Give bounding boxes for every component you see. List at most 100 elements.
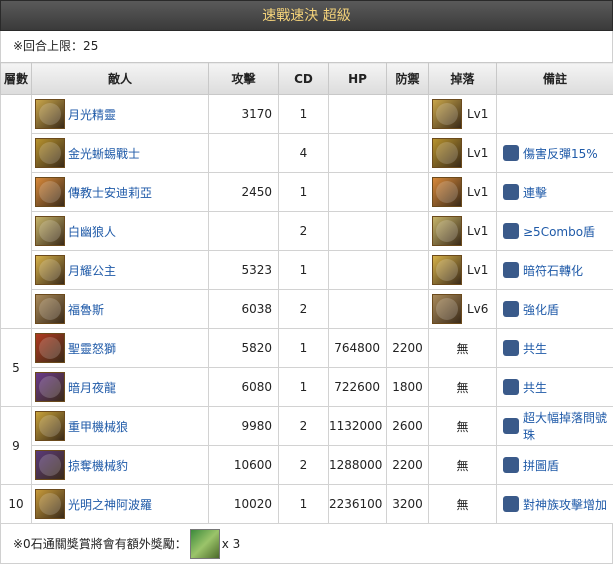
enemy-name-link[interactable]: 重甲機械狼 (68, 418, 128, 435)
attack-cell (208, 211, 279, 251)
enemy-portrait-icon[interactable] (35, 489, 65, 519)
attack-cell: 3170 (208, 94, 279, 134)
table-header: 層數 敵人 攻擊 CD HP 防禦 掉落 備註 (0, 62, 613, 95)
drop-card-icon[interactable] (432, 138, 462, 168)
table-row: 白幽狼人 2 Lv1 ≥5Combo盾 (1, 211, 613, 251)
enemy-cell: 福魯斯 (31, 289, 209, 329)
defense-cell: 1800 (386, 367, 429, 407)
puzzle-icon (503, 457, 519, 473)
note-link[interactable]: 強化盾 (523, 301, 559, 318)
enemy-portrait-icon[interactable] (35, 216, 65, 246)
enemy-cell: 月耀公主 (31, 250, 209, 290)
defense-cell (386, 211, 429, 251)
hp-cell (328, 289, 387, 329)
note-link[interactable]: 共生 (523, 340, 547, 357)
cd-cell: 1 (278, 328, 329, 368)
defense-cell: 2600 (386, 406, 429, 446)
drop-card-icon[interactable] (432, 255, 462, 285)
drop-card-icon[interactable] (432, 294, 462, 324)
enemy-cell: 月光精靈 (31, 94, 209, 134)
cd-cell: 2 (278, 289, 329, 329)
enemy-cell: 重甲機械狼 (31, 406, 209, 446)
note-cell: 傷害反彈15% (496, 133, 613, 173)
god-race-icon (503, 496, 519, 512)
reward-card-icon[interactable] (189, 528, 220, 559)
enemy-cell: 暗月夜龍 (31, 367, 209, 407)
header-enemy: 敵人 (31, 62, 209, 95)
reward-text: ※0石通關獎賞將會有額外獎勵： (13, 537, 187, 551)
table-row: 暗月夜龍 6080 1 722600 1800 無 共生 (1, 367, 613, 407)
defense-cell (386, 133, 429, 173)
note-link[interactable]: 共生 (523, 379, 547, 396)
attack-cell: 5323 (208, 250, 279, 290)
drop-card-icon[interactable] (432, 216, 462, 246)
note-cell: 共生 (496, 328, 613, 368)
enemy-portrait-icon[interactable] (35, 294, 65, 324)
stage-title: 速戰速決 超級 (0, 0, 613, 31)
attack-cell: 6038 (208, 289, 279, 329)
drop-card-icon[interactable] (432, 177, 462, 207)
enemy-portrait-icon[interactable] (35, 333, 65, 363)
enemy-name-link[interactable]: 暗月夜龍 (68, 379, 116, 396)
table-row: 5 聖靈怒獅 5820 1 764800 2200 無共生 (0, 328, 613, 407)
note-link[interactable]: ≥5Combo盾 (523, 223, 595, 240)
defense-cell: 3200 (386, 484, 429, 524)
floor-cell (0, 94, 32, 329)
floor-cell: 10 (0, 484, 32, 524)
drop-cell: 無 (428, 367, 497, 407)
rune-convert-icon (503, 262, 519, 278)
drop-cell: 無 (428, 445, 497, 485)
header-defense: 防禦 (386, 62, 429, 95)
header-floor: 層數 (0, 62, 32, 95)
header-hp: HP (328, 62, 387, 95)
enemy-cell: 傳教士安迪莉亞 (31, 172, 209, 212)
enemy-name-link[interactable]: 聖靈怒獅 (68, 340, 116, 357)
enemy-portrait-icon[interactable] (35, 99, 65, 129)
enemy-name-link[interactable]: 福魯斯 (68, 301, 104, 318)
enemy-name-link[interactable]: 白幽狼人 (68, 223, 116, 240)
note-cell: 對神族攻擊增加 (496, 484, 613, 524)
table-row: 傳教士安迪莉亞 2450 1 Lv1 連擊 (1, 172, 613, 212)
enemy-name-link[interactable]: 掠奪機械豹 (68, 457, 128, 474)
note-cell: 強化盾 (496, 289, 613, 329)
attack-cell: 9980 (208, 406, 279, 446)
note-link[interactable]: 拼圖盾 (523, 457, 559, 474)
note-link[interactable]: 連擊 (523, 184, 547, 201)
hp-cell: 764800 (328, 328, 387, 368)
note-link[interactable]: 傷害反彈15% (523, 145, 598, 162)
hp-cell (328, 94, 387, 134)
note-cell: 拼圖盾 (496, 445, 613, 485)
enemy-name-link[interactable]: 光明之神阿波羅 (68, 496, 152, 513)
enemy-cell: 白幽狼人 (31, 211, 209, 251)
attack-cell: 2450 (208, 172, 279, 212)
drop-cell: Lv6 (428, 289, 497, 329)
enemy-cell: 聖靈怒獅 (31, 328, 209, 368)
enemy-portrait-icon[interactable] (35, 372, 65, 402)
hp-cell (328, 172, 387, 212)
note-link[interactable]: 暗符石轉化 (523, 262, 583, 279)
table-row: 月耀公主 5323 1 Lv1 暗符石轉化 (1, 250, 613, 290)
enemy-portrait-icon[interactable] (35, 177, 65, 207)
shield-icon (503, 301, 519, 317)
cd-cell: 2 (278, 406, 329, 446)
table-row: 金光蜥蜴戰士 4 Lv1 傷害反彈15% (1, 133, 613, 173)
enemy-portrait-icon[interactable] (35, 450, 65, 480)
enemy-name-link[interactable]: 月耀公主 (68, 262, 116, 279)
drop-card-icon[interactable] (432, 99, 462, 129)
floor-cell: 5 (0, 328, 32, 407)
drop-cell: Lv1 (428, 172, 497, 212)
header-cd: CD (278, 62, 329, 95)
enemy-name-link[interactable]: 傳教士安迪莉亞 (68, 184, 152, 201)
enemy-portrait-icon[interactable] (35, 411, 65, 441)
header-drop: 掉落 (428, 62, 497, 95)
note-link[interactable]: 超大幅掉落問號珠 (523, 409, 613, 443)
defense-cell (386, 250, 429, 290)
enemy-table: 層數 敵人 攻擊 CD HP 防禦 掉落 備註 月光精靈 3170 1 Lv1 金光蜥蜴… (0, 62, 613, 524)
enemy-name-link[interactable]: 月光精靈 (68, 106, 116, 123)
drop-cell: 無 (428, 328, 497, 368)
enemy-portrait-icon[interactable] (35, 138, 65, 168)
table-row: 9 重甲機械狼 9980 2 1132000 2600 無超大幅掉落問號珠 (0, 406, 613, 485)
enemy-name-link[interactable]: 金光蜥蜴戰士 (68, 145, 140, 162)
enemy-portrait-icon[interactable] (35, 255, 65, 285)
note-link[interactable]: 對神族攻擊增加 (523, 496, 607, 513)
